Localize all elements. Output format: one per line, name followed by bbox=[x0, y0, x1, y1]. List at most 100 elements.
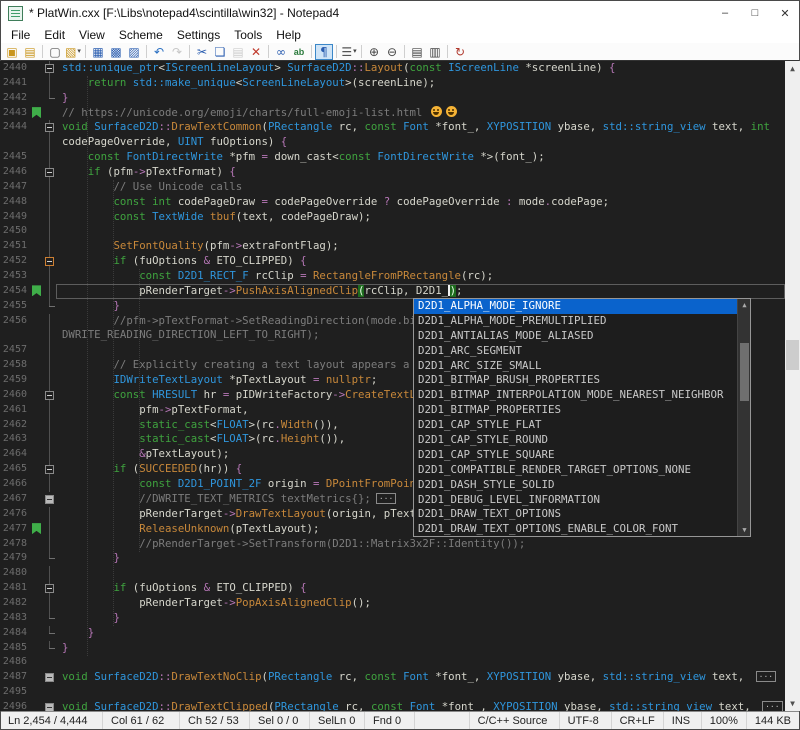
line-number[interactable]: 2456 bbox=[0, 314, 30, 329]
bookmark-margin[interactable] bbox=[30, 626, 43, 641]
bookmark-margin[interactable] bbox=[30, 641, 43, 656]
code-line[interactable]: 2442} bbox=[0, 91, 785, 106]
fold-margin[interactable] bbox=[43, 91, 56, 106]
fold-margin[interactable] bbox=[43, 343, 56, 358]
bookmark-margin[interactable] bbox=[30, 581, 43, 596]
fold-margin[interactable] bbox=[43, 76, 56, 91]
status-zoom[interactable]: 100% bbox=[702, 712, 747, 730]
line-number[interactable]: 2458 bbox=[0, 358, 30, 373]
bookmark-margin[interactable] bbox=[30, 700, 43, 711]
code-line[interactable]: 2440std::unique_ptr<IScreenLineLayout> S… bbox=[0, 61, 785, 76]
bookmark-margin[interactable] bbox=[30, 299, 43, 314]
menu-view[interactable]: View bbox=[72, 26, 112, 43]
autocomplete-item[interactable]: D2D1_DRAW_TEXT_OPTIONS_ENABLE_COLOR_FONT bbox=[414, 522, 737, 536]
fold-margin[interactable] bbox=[43, 299, 56, 314]
line-number[interactable] bbox=[0, 135, 30, 150]
bookmark-margin[interactable] bbox=[30, 447, 43, 462]
bookmark-margin[interactable] bbox=[30, 596, 43, 611]
minimize-button[interactable]: – bbox=[710, 0, 740, 26]
autocomplete-item[interactable]: D2D1_ALPHA_MODE_PREMULTIPLIED bbox=[414, 314, 737, 329]
fold-marker-icon[interactable] bbox=[45, 64, 54, 73]
fold-margin[interactable] bbox=[43, 447, 56, 462]
code-text[interactable] bbox=[56, 685, 785, 700]
status-found[interactable]: Fnd 0 bbox=[365, 712, 415, 730]
code-line[interactable]: 2445 const FontDirectWrite *pfm = down_c… bbox=[0, 150, 785, 165]
code-text[interactable]: void SurfaceD2D::DrawTextNoClip(PRectang… bbox=[56, 670, 785, 685]
fold-margin[interactable] bbox=[43, 492, 56, 507]
bookmark-margin[interactable] bbox=[30, 120, 43, 135]
fold-margin[interactable] bbox=[43, 150, 56, 165]
code-text[interactable]: if (pfm->pTextFormat) { bbox=[56, 165, 785, 180]
fold-margin[interactable] bbox=[43, 314, 56, 329]
fold-ellipsis-icon[interactable]: ··· bbox=[376, 493, 396, 504]
autocomplete-item[interactable]: D2D1_ARC_SEGMENT bbox=[414, 344, 737, 359]
wordwrap-toggle-icon[interactable]: ¶ bbox=[315, 44, 333, 60]
autocomplete-item[interactable]: D2D1_DASH_STYLE_SOLID bbox=[414, 478, 737, 493]
bookmark-margin[interactable] bbox=[30, 388, 43, 403]
fold-margin[interactable] bbox=[43, 239, 56, 254]
bookmark-margin[interactable] bbox=[30, 328, 43, 343]
bookmark-margin[interactable] bbox=[30, 358, 43, 373]
scroll-up-icon[interactable]: ▲ bbox=[785, 61, 800, 76]
autocomplete-list[interactable]: D2D1_ALPHA_MODE_IGNORED2D1_ALPHA_MODE_PR… bbox=[414, 299, 737, 536]
bookmark-margin[interactable] bbox=[30, 611, 43, 626]
replace-icon[interactable]: ab bbox=[290, 44, 308, 60]
fold-margin[interactable] bbox=[43, 269, 56, 284]
code-line[interactable]: 2485} bbox=[0, 641, 785, 656]
autocomplete-item[interactable]: D2D1_BITMAP_INTERPOLATION_MODE_NEAREST_N… bbox=[414, 388, 737, 403]
line-number[interactable]: 2441 bbox=[0, 76, 30, 91]
line-number[interactable]: 2463 bbox=[0, 432, 30, 447]
line-number[interactable]: 2462 bbox=[0, 418, 30, 433]
menu-tools[interactable]: Tools bbox=[227, 26, 269, 43]
fold-margin[interactable] bbox=[43, 581, 56, 596]
line-number[interactable]: 2460 bbox=[0, 388, 30, 403]
line-number[interactable]: 2464 bbox=[0, 447, 30, 462]
code-text[interactable]: std::unique_ptr<IScreenLineLayout> Surfa… bbox=[56, 61, 785, 76]
bookmark-margin[interactable] bbox=[30, 180, 43, 195]
code-text[interactable]: } bbox=[56, 626, 785, 641]
line-number[interactable]: 2478 bbox=[0, 537, 30, 552]
code-text[interactable]: void SurfaceD2D::DrawTextCommon(PRectang… bbox=[56, 120, 785, 135]
fold-marker-icon[interactable] bbox=[45, 584, 54, 593]
status-overtype[interactable]: INS bbox=[664, 712, 702, 730]
line-number[interactable]: 2477 bbox=[0, 522, 30, 537]
autocomplete-scroll-thumb[interactable] bbox=[740, 343, 749, 401]
code-line[interactable]: 2495 bbox=[0, 685, 785, 700]
fold-margin[interactable] bbox=[43, 328, 56, 343]
browse-folder-icon[interactable]: ▤ bbox=[21, 44, 39, 60]
code-line[interactable]: 2496void SurfaceD2D::DrawTextClipped(PRe… bbox=[0, 700, 785, 711]
fold-margin[interactable] bbox=[43, 373, 56, 388]
status-filesize[interactable]: 144 KB bbox=[747, 712, 800, 730]
autocomplete-item[interactable]: D2D1_CAP_STYLE_SQUARE bbox=[414, 448, 737, 463]
fold-margin[interactable] bbox=[43, 180, 56, 195]
bookmark-margin[interactable] bbox=[30, 418, 43, 433]
fold-margin[interactable] bbox=[43, 165, 56, 180]
code-text[interactable] bbox=[56, 566, 785, 581]
code-text[interactable]: const FontDirectWrite *pfm = down_cast<c… bbox=[56, 150, 785, 165]
code-text[interactable] bbox=[56, 655, 785, 670]
line-number[interactable]: 2467 bbox=[0, 492, 30, 507]
bookmark-margin[interactable] bbox=[30, 685, 43, 700]
line-number[interactable]: 2455 bbox=[0, 299, 30, 314]
status-selection[interactable]: Sel 0 / 0 bbox=[250, 712, 310, 730]
bookmark-margin[interactable] bbox=[30, 195, 43, 210]
fold-marker-icon[interactable] bbox=[45, 391, 54, 400]
line-number[interactable]: 2487 bbox=[0, 670, 30, 685]
status-char[interactable]: Ch 52 / 53 bbox=[180, 712, 250, 730]
code-text[interactable]: pRenderTarget->PopAxisAlignedClip(); bbox=[56, 596, 785, 611]
code-text[interactable]: } bbox=[56, 551, 785, 566]
fold-margin[interactable] bbox=[43, 284, 56, 299]
fold-margin[interactable] bbox=[43, 120, 56, 135]
code-line[interactable]: 2449 const TextWide tbuf(text, codePageD… bbox=[0, 210, 785, 225]
code-text[interactable]: } bbox=[56, 641, 785, 656]
code-text[interactable]: pRenderTarget->PushAxisAlignedClip(rcCli… bbox=[56, 284, 785, 299]
bookmark-margin[interactable] bbox=[30, 165, 43, 180]
fold-margin[interactable] bbox=[43, 403, 56, 418]
bookmark-margin[interactable] bbox=[30, 432, 43, 447]
editor-scroll-thumb[interactable] bbox=[786, 340, 799, 370]
redo-icon[interactable]: ↷ bbox=[168, 44, 186, 60]
code-line[interactable]: 2486 bbox=[0, 655, 785, 670]
fold-margin[interactable] bbox=[43, 551, 56, 566]
bookmark-margin[interactable] bbox=[30, 462, 43, 477]
fold-margin[interactable] bbox=[43, 670, 56, 685]
